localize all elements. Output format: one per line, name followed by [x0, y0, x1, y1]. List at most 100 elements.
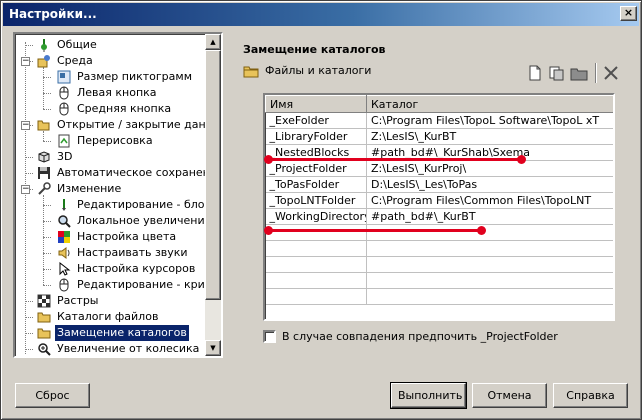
delete-button[interactable] — [601, 63, 621, 83]
annotation-line — [268, 158, 520, 161]
tree-item-label: Перерисовка — [77, 134, 153, 147]
tree-guide-line — [43, 141, 51, 142]
tree-item[interactable]: Редактирование - кривая — [57, 277, 207, 293]
tree-collapse-icon[interactable]: − — [21, 57, 30, 66]
tree-item-label: Редактирование - блоки — [77, 198, 207, 211]
scroll-thumb[interactable] — [205, 50, 221, 300]
column-header-name[interactable]: Имя — [265, 95, 367, 113]
tree-item[interactable]: Общие — [37, 37, 99, 53]
color-grid-icon — [57, 230, 71, 244]
delete-icon — [601, 66, 621, 86]
tree-item[interactable]: Левая кнопка — [57, 85, 159, 101]
tree-item[interactable]: Открытие / закрытие данны — [37, 117, 207, 133]
tree-item[interactable]: Средняя кнопка — [57, 101, 173, 117]
table-row[interactable]: _ProjectFolder Z:\LesIS\_KurProj\ — [265, 160, 613, 177]
row-name-cell[interactable]: _ExeFolder — [265, 112, 367, 129]
checkered-icon — [37, 294, 51, 308]
tree-scrollbar[interactable]: ▲ ▼ — [205, 34, 221, 356]
section-title: Замещение каталогов — [243, 43, 386, 56]
folder-icon — [569, 68, 589, 86]
cursor-icon — [57, 261, 71, 276]
tree-item-label: Автоматическое сохранение — [57, 166, 207, 179]
tree-guide-line — [43, 221, 51, 222]
empty-cell — [366, 272, 613, 289]
apply-button[interactable]: Выполнить — [390, 382, 467, 409]
column-header-path[interactable]: Каталог — [366, 95, 613, 113]
tree-item[interactable]: Растры — [37, 293, 101, 309]
row-name-cell[interactable]: _LibraryFolder — [265, 128, 367, 145]
empty-row — [265, 256, 613, 273]
tree-guide-line — [43, 195, 44, 285]
open-folder-icon — [37, 118, 51, 132]
tree-item-label: Размер пиктограмм — [77, 70, 192, 83]
wrench-icon — [37, 182, 51, 196]
tree-item[interactable]: Настраивать звуки — [57, 245, 190, 261]
tree-item-label: Левая кнопка — [77, 86, 157, 99]
scroll-up-button[interactable]: ▲ — [205, 34, 221, 50]
row-name-cell[interactable]: _ToPasFolder — [265, 176, 367, 193]
grid-toolbar — [525, 63, 623, 83]
row-path-cell[interactable]: C:\Program Files\Common Files\TopoLNT — [366, 192, 613, 209]
table-row[interactable]: _ToPasFolder D:\LesIS\_Les\ToPas — [265, 176, 613, 193]
empty-cell — [366, 256, 613, 273]
table-row[interactable]: _LibraryFolder Z:\LesIS\_KurBT — [265, 128, 613, 145]
help-button[interactable]: Справка — [553, 383, 628, 408]
close-icon: × — [623, 6, 634, 19]
table-row[interactable]: _ExeFolder C:\Program Files\TopoL Softwar… — [265, 112, 613, 129]
tree-guide-line — [25, 157, 33, 158]
tree-item[interactable]: Увеличение от колесика — [37, 341, 201, 356]
reset-button[interactable]: Сброс — [15, 383, 90, 408]
tree-item[interactable]: Изменение — [37, 181, 123, 197]
row-name-cell[interactable]: _WorkingDirectory — [265, 208, 367, 225]
row-path-cell[interactable]: Z:\LesIS\_KurProj\ — [366, 160, 613, 177]
tree-guide-line — [43, 109, 51, 110]
empty-row — [265, 224, 613, 241]
tree-item[interactable]: Каталоги файлов — [37, 309, 160, 325]
settings-tree[interactable]: Общие − Среда Размер пиктограмм Левая кнопка… — [13, 32, 223, 358]
tree-item[interactable]: Перерисовка — [57, 133, 155, 149]
cancel-button[interactable]: Отмена — [472, 383, 547, 408]
folder-button[interactable] — [569, 63, 589, 83]
tree-item[interactable]: Настройка курсоров — [57, 261, 197, 277]
tree-item[interactable]: Редактирование - блоки — [57, 197, 207, 213]
row-name-cell[interactable]: _ProjectFolder — [265, 160, 367, 177]
row-path-cell[interactable]: #path_bd#\_KurBT — [366, 208, 613, 225]
row-name-cell[interactable]: _TopoLNTFolder — [265, 192, 367, 209]
window-title: Настройки... — [9, 7, 97, 21]
tree-item[interactable]: Настройка цвета — [57, 229, 178, 245]
tree-guide-line — [25, 349, 33, 350]
tree-collapse-icon[interactable]: − — [21, 121, 30, 130]
copy-button[interactable] — [547, 63, 567, 83]
tree-item[interactable]: Автоматическое сохранение — [37, 165, 207, 181]
tree-guide-line — [25, 42, 26, 354]
new-icon — [525, 65, 545, 86]
tree-item[interactable]: Замещение каталогов — [37, 325, 189, 341]
tree-guide-line — [25, 301, 33, 302]
empty-cell — [265, 256, 367, 273]
row-path-cell[interactable]: C:\Program Files\TopoL Software\TopoL xT — [366, 112, 613, 129]
tree-item[interactable]: 3D — [37, 149, 74, 165]
new-button[interactable] — [525, 63, 545, 83]
empty-row — [265, 240, 613, 257]
pin-icon — [37, 38, 51, 52]
row-path-cell[interactable]: D:\LesIS\_Les\ToPas — [366, 176, 613, 193]
tree-item[interactable]: Среда — [37, 53, 95, 69]
tree-item-label: Настройка курсоров — [77, 262, 196, 275]
cube-icon — [37, 150, 51, 164]
group-label: Файлы и каталоги — [265, 64, 372, 77]
scroll-down-button[interactable]: ▼ — [205, 340, 221, 356]
tree-item[interactable]: Размер пиктограмм — [57, 69, 194, 85]
close-button[interactable]: × — [620, 6, 637, 21]
tree-item-label: Локальное увеличение - — [77, 214, 207, 227]
tree-item-label: Общие — [57, 38, 97, 51]
tree-item[interactable]: Локальное увеличение - — [57, 213, 207, 229]
tree-guide-line — [25, 317, 33, 318]
table-row[interactable]: _WorkingDirectory #path_bd#\_KurBT — [265, 208, 613, 225]
prefer-project-folder-checkbox[interactable] — [263, 330, 276, 343]
settings-dialog: Настройки... × Общие − Среда Размер пиктогр… — [0, 0, 642, 420]
row-path-cell[interactable]: Z:\LesIS\_KurBT — [366, 128, 613, 145]
table-row[interactable]: _TopoLNTFolder C:\Program Files\Common Fi… — [265, 192, 613, 209]
folder-grid[interactable]: Имя Каталог _ExeFolder C:\Program Files\T… — [263, 93, 615, 321]
tree-collapse-icon[interactable]: − — [21, 185, 30, 194]
annotation-dot — [264, 226, 273, 235]
